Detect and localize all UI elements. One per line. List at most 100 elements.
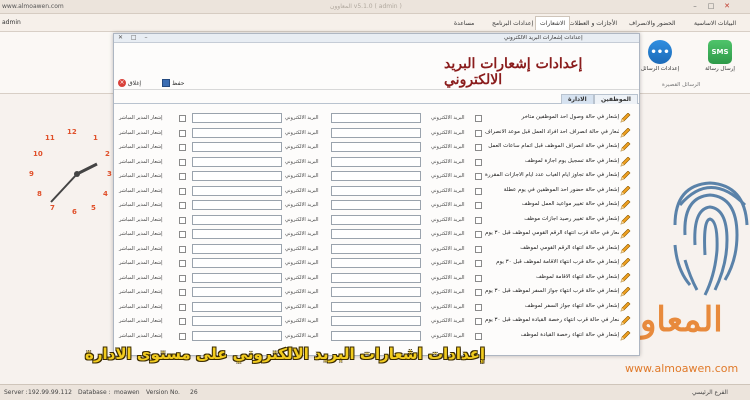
dialog-window-controls[interactable]: ✕ □ – — [118, 34, 151, 41]
email-input[interactable] — [192, 272, 282, 283]
notify-manager-checkbox[interactable] — [179, 318, 186, 325]
notify-email-checkbox[interactable] — [475, 303, 482, 311]
email-input[interactable] — [331, 243, 421, 254]
notify-email-checkbox[interactable] — [475, 245, 482, 253]
email-input[interactable] — [331, 142, 421, 152]
email-input[interactable] — [331, 113, 421, 123]
email-input[interactable] — [331, 127, 421, 138]
notify-manager-checkbox[interactable] — [179, 231, 186, 238]
email-input[interactable] — [331, 316, 421, 326]
email-input[interactable] — [192, 287, 282, 297]
edit-pencil-icon[interactable] — [620, 330, 631, 341]
email-input[interactable] — [192, 142, 282, 152]
notify-email-checkbox[interactable] — [475, 274, 482, 282]
email-label: البريد الالكتروني — [285, 289, 319, 295]
notify-email-checkbox[interactable] — [475, 332, 482, 340]
email-input[interactable] — [192, 171, 282, 181]
email-input[interactable] — [192, 185, 282, 196]
notify-email-checkbox[interactable] — [475, 115, 482, 122]
edit-pencil-icon[interactable] — [620, 301, 631, 312]
notify-manager-checkbox[interactable] — [179, 274, 186, 282]
notify-manager-checkbox[interactable] — [179, 245, 186, 253]
email-input[interactable] — [192, 200, 282, 210]
notify-email-checkbox[interactable] — [475, 289, 482, 296]
email-input[interactable] — [192, 214, 282, 225]
email-input[interactable] — [192, 243, 282, 254]
email-input[interactable] — [192, 316, 282, 326]
notify-manager-checkbox[interactable] — [179, 173, 186, 180]
send-sms-button[interactable]: SMS إرسال رسالة — [700, 40, 740, 72]
notify-manager-checkbox[interactable] — [179, 144, 186, 151]
edit-pencil-icon[interactable] — [620, 214, 631, 225]
email-input[interactable] — [192, 156, 282, 167]
close-window-button[interactable]: ✕ — [722, 2, 732, 10]
edit-pencil-icon[interactable] — [620, 287, 631, 297]
notify-manager-checkbox[interactable] — [179, 115, 186, 122]
menu-notifications[interactable]: الاشعارات — [535, 16, 571, 30]
notification-label: إشعار في حالة انتهاء الرقم القومي لموظف — [520, 244, 619, 251]
notify-manager-checkbox[interactable] — [179, 260, 186, 267]
email-input[interactable] — [331, 272, 421, 283]
edit-pencil-icon[interactable] — [620, 258, 631, 268]
notify-email-checkbox[interactable] — [475, 187, 482, 195]
edit-pencil-icon[interactable] — [620, 243, 631, 254]
edit-pencil-icon[interactable] — [620, 229, 631, 239]
edit-pencil-icon[interactable] — [620, 156, 631, 167]
email-input[interactable] — [331, 185, 421, 196]
notify-email-checkbox[interactable] — [475, 318, 482, 325]
email-input[interactable] — [192, 113, 282, 123]
edit-pencil-icon[interactable] — [620, 272, 631, 283]
notify-manager-label: إشعار المدير المباشر — [119, 289, 163, 295]
edit-pencil-icon[interactable] — [620, 127, 631, 138]
notify-manager-checkbox[interactable] — [179, 158, 186, 166]
email-input[interactable] — [331, 171, 421, 181]
notify-email-checkbox[interactable] — [475, 144, 482, 151]
menu-settings[interactable]: إعدادات البرنامج — [488, 17, 537, 31]
email-input[interactable] — [331, 330, 421, 341]
edit-pencil-icon[interactable] — [620, 200, 631, 210]
email-input[interactable] — [192, 229, 282, 239]
menu-basic-data[interactable]: البيانات الاساسية — [690, 17, 740, 31]
notify-email-checkbox[interactable] — [475, 260, 482, 267]
edit-pencil-icon[interactable] — [620, 113, 631, 123]
sms-settings-button[interactable]: ••• إعدادات الرسائل — [640, 40, 680, 72]
notify-email-checkbox[interactable] — [475, 158, 482, 166]
notify-email-checkbox[interactable] — [475, 202, 482, 209]
notify-manager-checkbox[interactable] — [179, 216, 186, 224]
email-input[interactable] — [331, 156, 421, 167]
email-input[interactable] — [331, 287, 421, 297]
notify-email-checkbox[interactable] — [475, 216, 482, 224]
notify-manager-checkbox[interactable] — [179, 187, 186, 195]
email-input[interactable] — [331, 258, 421, 268]
email-input[interactable] — [331, 229, 421, 239]
email-input[interactable] — [192, 330, 282, 341]
notify-manager-checkbox[interactable] — [179, 332, 186, 340]
close-button[interactable]: × إغلاق — [118, 79, 141, 87]
notify-email-checkbox[interactable] — [475, 173, 482, 180]
notify-email-checkbox[interactable] — [475, 231, 482, 238]
minimize-button[interactable]: – — [690, 2, 700, 10]
email-input[interactable] — [192, 258, 282, 268]
menu-leaves[interactable]: الأجازات و العطلات — [565, 17, 621, 31]
edit-pencil-icon[interactable] — [620, 185, 631, 196]
email-input[interactable] — [192, 301, 282, 312]
notify-email-checkbox[interactable] — [475, 129, 482, 137]
email-input[interactable] — [192, 127, 282, 138]
tab-management[interactable]: الادارة — [561, 94, 594, 104]
notify-manager-checkbox[interactable] — [179, 129, 186, 137]
email-input[interactable] — [331, 301, 421, 312]
email-input[interactable] — [331, 214, 421, 225]
notify-manager-checkbox[interactable] — [179, 303, 186, 311]
save-button[interactable]: حفظ — [162, 79, 184, 87]
tab-employees[interactable]: الموظفين — [594, 94, 638, 104]
menu-help[interactable]: مساعدة — [450, 17, 478, 31]
menu-attendance[interactable]: الحضور والانصراف — [625, 17, 680, 31]
edit-pencil-icon[interactable] — [620, 316, 631, 326]
notify-manager-checkbox[interactable] — [179, 289, 186, 296]
maximize-button[interactable]: □ — [706, 2, 716, 10]
notify-manager-checkbox[interactable] — [179, 202, 186, 209]
edit-pencil-icon[interactable] — [620, 142, 631, 152]
current-user[interactable]: admin — [2, 19, 21, 26]
email-input[interactable] — [331, 200, 421, 210]
edit-pencil-icon[interactable] — [620, 171, 631, 181]
